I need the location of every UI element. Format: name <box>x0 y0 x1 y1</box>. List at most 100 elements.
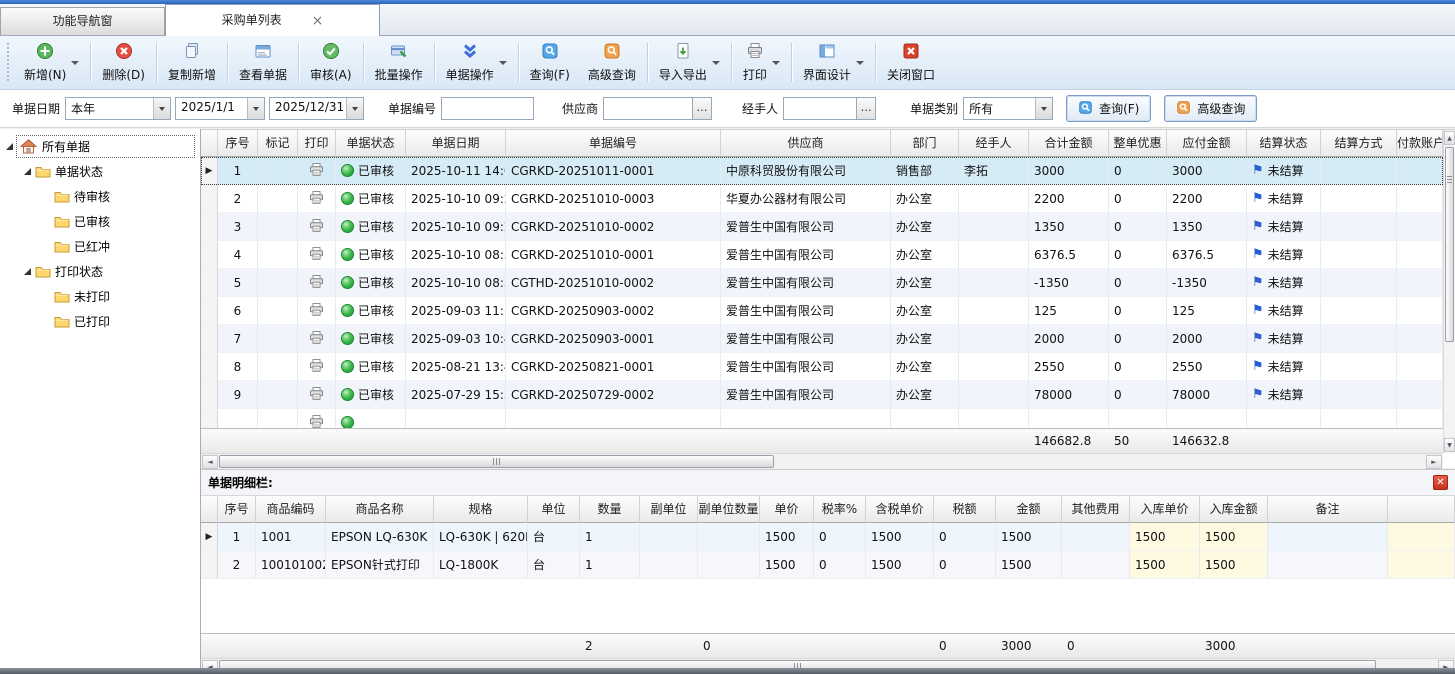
col-header-mark[interactable]: 标记 <box>258 130 298 157</box>
cell-doc_no[interactable] <box>506 409 721 428</box>
cell-method[interactable] <box>1321 297 1397 325</box>
ui-design-button[interactable]: 界面设计 <box>794 39 873 86</box>
cell-print[interactable] <box>298 325 336 353</box>
cell-payable[interactable]: 1350 <box>1167 213 1247 241</box>
cell-supplier[interactable]: 华夏办公器材有限公司 <box>721 185 891 213</box>
cell-inprice[interactable]: 1500 <box>1130 523 1200 551</box>
cell-dept[interactable]: 办公室 <box>891 269 959 297</box>
cell-doc_no[interactable]: CGRKD-20250821-0001 <box>506 353 721 381</box>
cell-doc_no[interactable]: CGRKD-20251010-0003 <box>506 185 721 213</box>
date-to-select[interactable]: 2025/12/31 <box>269 97 364 120</box>
tab-purchase-order-list[interactable]: 采购单列表 × <box>165 4 380 36</box>
cell-handler[interactable] <box>959 381 1029 409</box>
cell-seq[interactable]: 8 <box>218 353 258 381</box>
col-header-total[interactable]: 合计金额 <box>1029 130 1109 157</box>
expander-icon[interactable] <box>21 268 34 275</box>
cell-supplier[interactable]: 爱普生中国有限公司 <box>721 381 891 409</box>
cell-doc_no[interactable]: CGRKD-20251010-0001 <box>506 241 721 269</box>
cell-inamount[interactable]: 1500 <box>1200 523 1268 551</box>
cell-payable[interactable]: 2000 <box>1167 325 1247 353</box>
col-header-name[interactable]: 商品名称 <box>326 496 434 523</box>
cell-method[interactable] <box>1321 325 1397 353</box>
delete-button[interactable]: 删除(D) <box>93 39 154 86</box>
cell-taxrate[interactable]: 0 <box>814 523 866 551</box>
cell-spec[interactable]: LQ-1800K <box>434 551 528 579</box>
cell-other[interactable] <box>1062 523 1130 551</box>
cell-mark[interactable] <box>258 325 298 353</box>
cell-total[interactable]: 1350 <box>1029 213 1109 241</box>
cell-dept[interactable]: 办公室 <box>891 381 959 409</box>
col-header-qty[interactable]: 数量 <box>580 496 640 523</box>
cell-doc_no[interactable]: CGRKD-20251010-0002 <box>506 213 721 241</box>
ui-design-dropdown-arrow-icon[interactable] <box>856 61 864 65</box>
col-header-discount[interactable]: 整单优惠 <box>1109 130 1167 157</box>
cell-seq[interactable]: 9 <box>218 381 258 409</box>
cell-pay[interactable] <box>1397 213 1443 241</box>
cell-print[interactable] <box>298 381 336 409</box>
cell-total[interactable]: -1350 <box>1029 269 1109 297</box>
toolbar-grip[interactable] <box>7 43 10 83</box>
cell-total[interactable]: 2200 <box>1029 185 1109 213</box>
cell-supplier[interactable]: 中原科贸股份有限公司 <box>721 157 891 185</box>
cell-price[interactable]: 1500 <box>760 523 814 551</box>
grid-row[interactable]: 2100101002EPSON针式打印LQ-1800K台115000150001… <box>201 551 1455 579</box>
scroll-track[interactable] <box>219 455 1425 469</box>
add-dropdown-arrow-icon[interactable] <box>71 61 79 65</box>
col-header-dept[interactable]: 部门 <box>891 130 959 157</box>
row-marker-cell[interactable] <box>201 241 218 269</box>
cell-pay[interactable] <box>1397 325 1443 353</box>
cell-mark[interactable] <box>258 297 298 325</box>
cell-dept[interactable]: 办公室 <box>891 185 959 213</box>
cell-date[interactable]: 2025-10-11 14:07 <box>406 157 506 185</box>
cell-mark[interactable] <box>258 269 298 297</box>
cell-name[interactable]: EPSON LQ-630K <box>326 523 434 551</box>
main-grid-hscrollbar[interactable]: ◄ ► <box>201 453 1443 469</box>
cell-total[interactable]: 78000 <box>1029 381 1109 409</box>
expander-icon[interactable] <box>21 168 34 175</box>
cell-mark[interactable] <box>258 213 298 241</box>
cell-dept[interactable] <box>891 409 959 428</box>
cell-mark[interactable] <box>258 157 298 185</box>
cell-payable[interactable]: 2200 <box>1167 185 1247 213</box>
cell-payable[interactable]: 125 <box>1167 297 1247 325</box>
cell-pay[interactable] <box>1397 353 1443 381</box>
cell-discount[interactable] <box>1109 409 1167 428</box>
cell-supplier[interactable]: 爱普生中国有限公司 <box>721 325 891 353</box>
cell-status[interactable]: 已审核 <box>336 269 406 297</box>
cell-handler[interactable] <box>959 353 1029 381</box>
main-grid-vscrollbar[interactable]: ▲ ▼ <box>1443 130 1455 453</box>
tree-item-audited[interactable]: 已审核 <box>0 209 200 234</box>
cell-seq[interactable]: 7 <box>218 325 258 353</box>
cell-settle[interactable]: ⚑未结算 <box>1247 353 1321 381</box>
cell-mark[interactable] <box>258 241 298 269</box>
cell-discount[interactable]: 0 <box>1109 353 1167 381</box>
col-header-code[interactable]: 商品编码 <box>256 496 326 523</box>
cell-method[interactable] <box>1321 381 1397 409</box>
col-header-unit[interactable]: 单位 <box>528 496 580 523</box>
cell-handler[interactable] <box>959 297 1029 325</box>
cell-supplier[interactable]: 爱普生中国有限公司 <box>721 213 891 241</box>
cell-status[interactable]: 已审核 <box>336 297 406 325</box>
handler-input[interactable] <box>783 97 857 120</box>
scroll-left-arrow-icon[interactable]: ◄ <box>202 455 218 469</box>
cell-print[interactable] <box>298 157 336 185</box>
cell-note[interactable] <box>1268 523 1388 551</box>
cell-payable[interactable]: 2550 <box>1167 353 1247 381</box>
cell-doc_no[interactable]: CGRKD-20250903-0002 <box>506 297 721 325</box>
query-button[interactable]: 查询(F) <box>521 39 579 86</box>
cell-extra[interactable] <box>1388 551 1455 579</box>
cell-taxprice[interactable]: 1500 <box>866 551 934 579</box>
cell-settle[interactable]: ⚑未结算 <box>1247 381 1321 409</box>
col-header-spec[interactable]: 规格 <box>434 496 528 523</box>
grid-row[interactable]: 2已审核2025-10-10 09:27CGRKD-20251010-0003华… <box>201 185 1443 213</box>
cell-subunit[interactable] <box>640 523 698 551</box>
grid-row[interactable]: 6已审核2025-09-03 11:17CGRKD-20250903-0002爱… <box>201 297 1443 325</box>
cell-discount[interactable]: 0 <box>1109 381 1167 409</box>
grid-row[interactable]: 5已审核2025-10-10 08:52CGTHD-20251010-0002爱… <box>201 269 1443 297</box>
cell-discount[interactable]: 0 <box>1109 241 1167 269</box>
dropdown-arrow-icon[interactable] <box>153 98 170 119</box>
col-header-pay[interactable]: 付款账户 <box>1397 130 1443 157</box>
col-header-inprice[interactable]: 入库单价 <box>1130 496 1200 523</box>
cell-settle[interactable]: ⚑未结算 <box>1247 325 1321 353</box>
grid-row[interactable] <box>201 409 1443 428</box>
